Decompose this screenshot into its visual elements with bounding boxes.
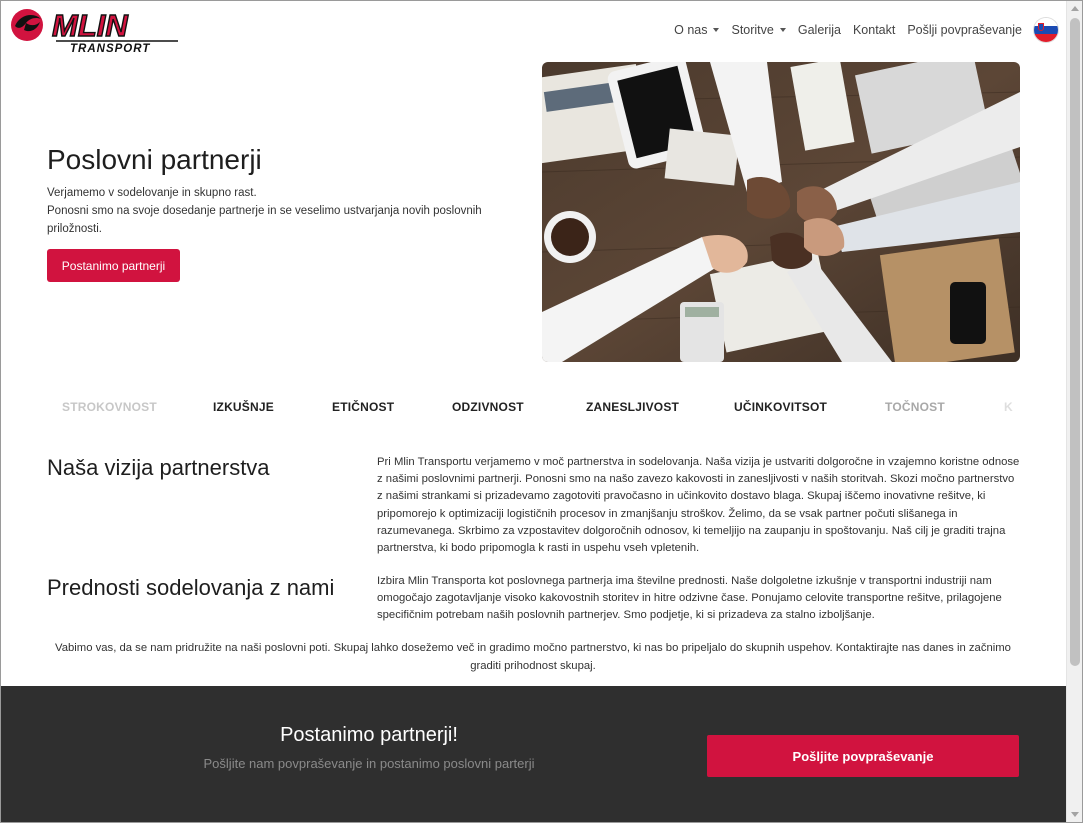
chevron-down-icon [779,28,786,32]
advantages-heading: Prednosti sodelovanja z nami [47,575,335,600]
scroll-up-arrow-icon[interactable] [1067,0,1083,17]
value-item: STROKOVNOST [62,400,157,414]
chevron-down-icon [713,28,720,32]
value-item: TOČNOST [885,400,945,414]
nav-item-storitve[interactable]: Storitve [731,23,786,37]
nav-item-label: Kontakt [852,23,896,37]
nav-item-label: Pošlji povpraševanje [907,23,1022,37]
nav-item-label: Storitve [731,23,774,37]
cta-section: Postanimo partnerji! Pošljite nam povpra… [1,686,1066,823]
cta-title: Postanimo partnerji! [280,724,458,746]
value-item: UČINKOVITSOT [734,400,828,414]
cta-subtitle: Pošljite nam povpraševanje in postanimo … [203,756,535,771]
hero-intro-line-2: Ponosni smo na svoje dosedanje partnerje… [47,205,482,235]
logo-wordmark: MLIN [52,8,128,43]
nav-item-kontakt[interactable]: Kontakt [853,23,895,37]
nav-item-o-nas[interactable]: O nas [674,23,720,37]
mlin-transport-logo[interactable]: MLIN TRANSPORT [10,7,182,55]
nav-item-label: O nas [674,23,708,37]
values-carousel: STROKOVNOST IZKUŠNJE ETIČNOST ODZIVNOST … [0,400,1066,416]
vertical-scrollbar[interactable] [1066,0,1083,823]
vision-heading: Naša vizija partnerstva [47,455,270,480]
scroll-down-arrow-icon[interactable] [1067,806,1083,823]
nav-item-galerija[interactable]: Galerija [798,23,841,37]
value-item: IZKUŠNJE [213,400,274,414]
nav-item-label: Galerija [797,23,841,37]
slovenia-flag-icon[interactable] [1034,18,1058,42]
logo-subtitle: TRANSPORT [70,43,150,54]
navbar: MLIN TRANSPORT O nas Storitve Galerija K… [0,0,1066,60]
advantages-text: Izbira Mlin Transporta kot poslovnega pa… [377,575,1002,622]
main-nav: O nas Storitve Galerija Kontakt Pošlji p… [674,18,1058,42]
vision-text: Pri Mlin Transportu verjamemo v moč part… [377,456,1020,555]
value-item: ZANESLJIVOST [586,400,680,414]
value-item: ODZIVNOST [452,400,524,414]
page-title: Poslovni partnerji [47,144,262,175]
value-item: K [1004,400,1013,414]
hero-intro: Verjamemo v sodelovanje in skupno rast. … [47,184,507,238]
nav-item-poslji-povprasevanje[interactable]: Pošlji povpraševanje [907,23,1022,37]
closing-text: Vabimo vas, da se nam pridružite na naši… [55,642,1011,672]
value-item: ETIČNOST [332,400,395,414]
hero-intro-line-1: Verjamemo v sodelovanje in skupno rast. [47,187,257,199]
become-partners-button[interactable]: Postanimo partnerji [47,249,180,282]
scrollbar-thumb[interactable] [1070,18,1080,666]
send-inquiry-button[interactable]: Pošljite povpraševanje [707,735,1019,777]
business-fist-bump-photo [542,62,1020,362]
